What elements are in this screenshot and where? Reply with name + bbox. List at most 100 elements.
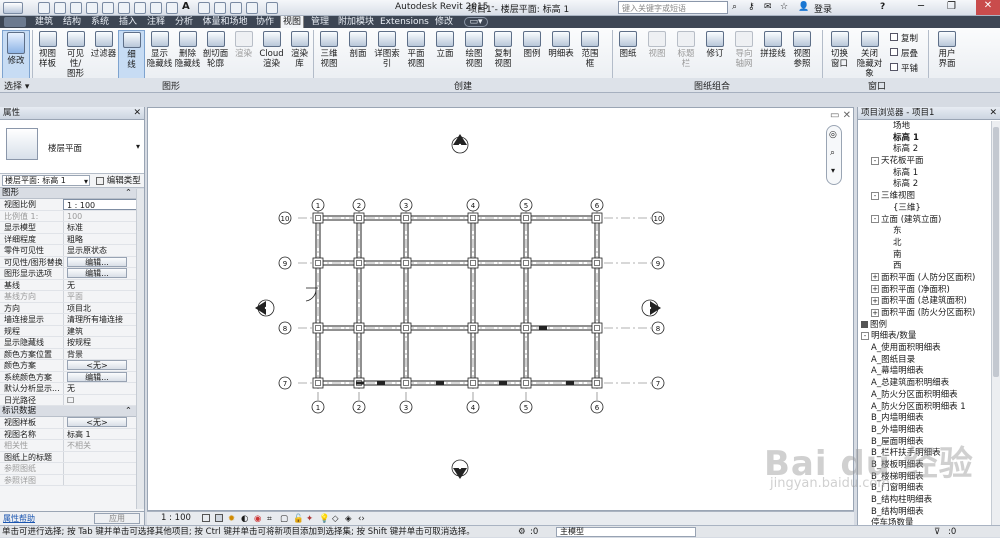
create-button-5[interactable]: 绘图 视图 (460, 30, 488, 69)
browser-item[interactable]: + 面积平面 (人防分区面积) (858, 273, 991, 285)
tab-insert[interactable]: 插入 (116, 16, 140, 28)
window-button-0[interactable]: 切换 窗口 (825, 30, 854, 69)
switch-windows-icon[interactable] (266, 2, 278, 14)
text-icon[interactable]: A (182, 2, 194, 14)
property-value[interactable]: 1 : 100 (63, 199, 144, 210)
window-button-1[interactable]: 关闭 隐藏对象 (855, 30, 884, 79)
expand-icon[interactable]: + (871, 308, 879, 317)
ribbon-collapse-toggle[interactable]: ▭▾ (464, 17, 488, 27)
property-value[interactable]: 无 (63, 383, 144, 394)
user-icon[interactable]: 👤 (798, 2, 809, 12)
create-button-0[interactable]: 三维 视图 (315, 30, 343, 69)
zoom-icon[interactable]: ⌕ (830, 148, 835, 158)
browser-item[interactable]: 北 (858, 238, 991, 250)
measure-icon[interactable] (134, 2, 146, 14)
graphics-button-2[interactable]: 过滤器 (90, 30, 117, 59)
property-edit-button[interactable]: 编辑... (67, 371, 127, 382)
tab-addins[interactable]: 附加模块 (336, 16, 376, 28)
browser-item[interactable]: - 立面 (建筑立面) (858, 215, 991, 227)
app-menu-button[interactable] (3, 2, 23, 14)
create-button-7[interactable]: 图例 (518, 30, 546, 59)
detail-level-icon[interactable] (202, 514, 210, 522)
property-value[interactable]: 显示原状态 (63, 245, 144, 256)
browser-item[interactable]: A_使用面积明细表 (858, 343, 991, 355)
browser-item[interactable]: A_图纸目录 (858, 355, 991, 367)
property-value[interactable]: 编辑... (63, 268, 144, 279)
property-value[interactable]: 背景 (63, 348, 144, 359)
property-value[interactable]: <无> (63, 360, 144, 371)
tab-collaborate[interactable]: 协作 (253, 16, 277, 28)
create-button-1[interactable]: 剖面 (344, 30, 372, 59)
property-value[interactable]: 标高 1 (63, 428, 144, 439)
browser-item[interactable]: + 面积平面 (防火分区面积) (858, 308, 991, 320)
undo-icon[interactable] (86, 2, 98, 14)
create-button-3[interactable]: 平面 视图 (402, 30, 430, 69)
subscription-icon[interactable]: ⚷ (748, 2, 755, 12)
browser-item[interactable]: B_结构明细表 (858, 507, 991, 519)
chevron-down-icon[interactable]: ▾ (84, 175, 88, 189)
browser-item[interactable]: A_防火分区面积明细表 (858, 390, 991, 402)
thin-lines-icon[interactable] (230, 2, 242, 14)
restore-button[interactable]: ❐ (947, 1, 956, 12)
browser-item[interactable]: 南 (858, 250, 991, 262)
communication-icon[interactable]: ✉ (764, 2, 772, 12)
browser-item[interactable]: B_结构柱明细表 (858, 495, 991, 507)
graphics-button-9[interactable]: 渲染 库 (286, 30, 313, 69)
sheet-button-3[interactable]: 修订 (701, 30, 729, 59)
properties-section-header[interactable]: 标识数据 ⌃ (0, 406, 144, 417)
browser-item[interactable]: B_内墙明细表 (858, 413, 991, 425)
browser-item[interactable]: - 天花板平面 (858, 156, 991, 168)
tab-structure[interactable]: 结构 (60, 16, 84, 28)
browser-item[interactable]: 标高 1 (858, 133, 991, 145)
properties-help-link[interactable]: 属性帮助 (3, 512, 35, 525)
graphics-button-4[interactable]: 显示 隐藏线 (146, 30, 173, 69)
property-edit-button[interactable]: <无> (67, 360, 127, 370)
legend-icon[interactable] (861, 320, 868, 328)
tab-manage[interactable]: 管理 (308, 16, 332, 28)
chevron-down-icon[interactable]: ▾ (831, 166, 835, 175)
property-value[interactable]: 清理所有墙连接 (63, 314, 144, 325)
property-edit-button[interactable]: 编辑... (67, 256, 127, 267)
login-label[interactable]: 登录 (814, 2, 832, 15)
scroll-thumb[interactable] (993, 127, 999, 377)
cascade-button[interactable]: 层叠 (890, 47, 918, 59)
tile-button[interactable]: 平铺 (890, 62, 918, 74)
browser-item[interactable]: B_外墙明细表 (858, 425, 991, 437)
property-value[interactable]: 编辑... (63, 256, 144, 267)
apply-button[interactable]: 应用 (94, 513, 140, 524)
create-button-2[interactable]: 详图索引 (373, 30, 401, 69)
create-button-8[interactable]: 明细表 (547, 30, 575, 59)
select-dropdown[interactable]: 选择 ▾ (4, 79, 29, 92)
collapse-icon[interactable]: - (861, 331, 869, 340)
property-value[interactable]: 无 (63, 279, 144, 290)
browser-item[interactable]: A_防火分区面积明细表 1 (858, 402, 991, 414)
browser-item[interactable]: 场地 (858, 121, 991, 133)
properties-scrollbar[interactable] (136, 189, 144, 509)
property-value[interactable]: 标准 (63, 222, 144, 233)
redo-icon[interactable] (102, 2, 114, 14)
create-button-4[interactable]: 立面 (431, 30, 459, 59)
property-value[interactable]: 建筑 (63, 325, 144, 336)
property-value[interactable]: 项目北 (63, 302, 144, 313)
sheet-button-4[interactable]: 导向 轴网 (730, 30, 758, 69)
sheet-button-0[interactable]: 图纸 (614, 30, 642, 59)
graphics-button-8[interactable]: Cloud 渲染 (258, 30, 285, 69)
view-window-controls[interactable]: ▭ ✕ (830, 110, 851, 121)
close-hidden-icon[interactable] (246, 2, 258, 14)
app-logo-icon[interactable] (4, 17, 26, 27)
tab-massing-site[interactable]: 体量和场地 (200, 16, 250, 28)
property-edit-button[interactable]: 编辑... (67, 268, 127, 278)
close-window-button[interactable]: ✕ (976, 0, 1000, 15)
sheet-button-1[interactable]: 视图 (643, 30, 671, 59)
replicate-button[interactable]: 复制 (890, 32, 918, 44)
tab-view[interactable]: 视图 (280, 16, 304, 28)
save-icon[interactable] (54, 2, 66, 14)
filter-icon[interactable]: ⊽ (934, 526, 940, 538)
graphics-button-6[interactable]: 剖切面 轮廓 (202, 30, 229, 69)
graphics-button-5[interactable]: 删除 隐藏线 (174, 30, 201, 69)
browser-item[interactable]: 标高 2 (858, 179, 991, 191)
print-icon[interactable] (118, 2, 130, 14)
browser-item[interactable]: 东 (858, 226, 991, 238)
browser-item[interactable]: 图例 (858, 320, 991, 332)
view-scale[interactable]: 1 : 100 (161, 512, 191, 525)
